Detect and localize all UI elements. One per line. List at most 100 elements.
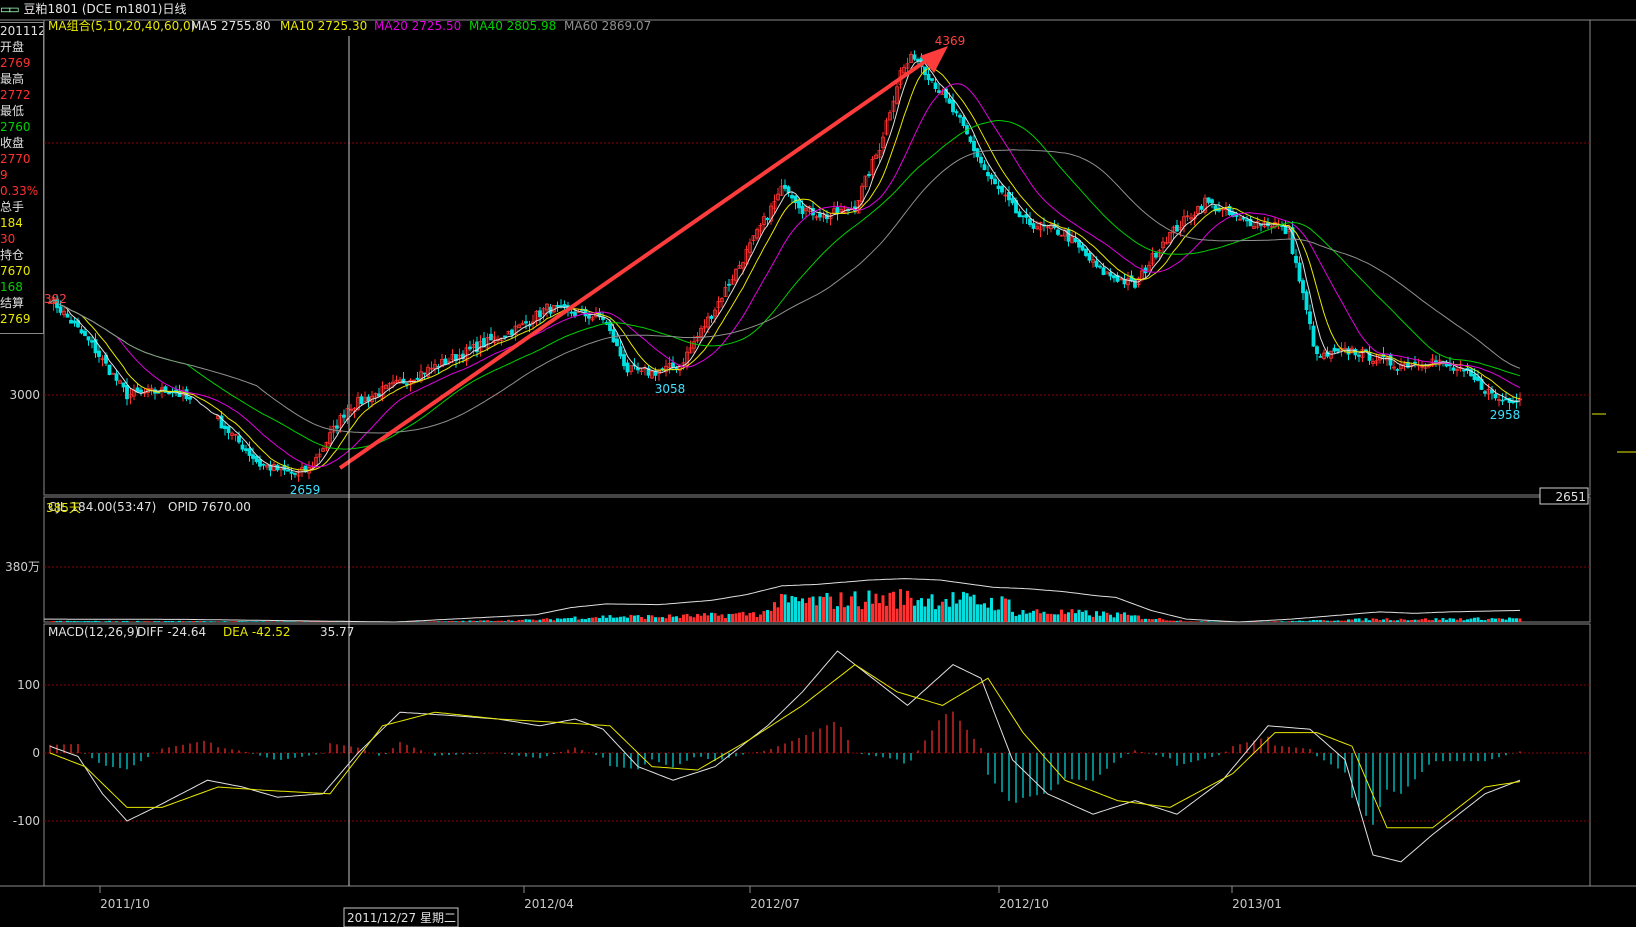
volume-bar — [104, 621, 108, 622]
candle — [342, 414, 346, 418]
volume-bar — [717, 615, 720, 622]
candle — [83, 330, 87, 336]
volume-bar — [1466, 619, 1469, 622]
volume-bar — [1483, 620, 1487, 622]
volume-bar — [94, 620, 97, 622]
chart-canvas[interactable]: 3000 380万 100 0 -100 MA组合(5,10,20,40,60,0)MA5… — [0, 0, 1636, 927]
volume-bar — [815, 605, 818, 622]
candle — [167, 392, 171, 395]
volume-bar — [1504, 619, 1508, 622]
volume-bar — [517, 619, 521, 622]
volume-bar — [507, 619, 510, 622]
volume-bar — [843, 607, 846, 622]
volume-bar — [1347, 619, 1350, 622]
candle — [1021, 215, 1025, 218]
volume-bar — [1084, 610, 1088, 622]
volume-bar — [1515, 618, 1518, 622]
volume-bar — [458, 621, 461, 622]
volume-bar — [892, 591, 895, 622]
volume-bar — [1431, 620, 1434, 622]
volume-bar — [1424, 618, 1427, 622]
price-axis-tick-label: 3000 — [9, 388, 40, 402]
candle — [947, 98, 952, 104]
volume-bar — [447, 621, 451, 622]
candle — [335, 425, 339, 429]
volume-bar — [629, 614, 633, 622]
candle — [555, 305, 560, 307]
volume-bar — [990, 597, 993, 622]
trend-arrow-line — [338, 56, 932, 470]
volume-bar — [790, 595, 794, 622]
volume-bar — [1308, 620, 1312, 622]
volume-bar — [591, 617, 594, 622]
volume-bar — [755, 616, 759, 622]
volume-bar — [636, 615, 640, 622]
volume-bar — [997, 609, 1000, 622]
volume-bar — [752, 612, 755, 622]
ma-legend-item: MA20 2725.50 — [374, 19, 461, 33]
volume-bar — [626, 617, 629, 622]
volume-bar — [759, 614, 762, 622]
candle — [254, 455, 259, 462]
candle — [468, 346, 472, 350]
candle — [1094, 260, 1099, 267]
macd-diff-line — [49, 650, 1521, 863]
volume-bar — [920, 598, 923, 622]
volume-bar — [1158, 618, 1161, 622]
candle — [1308, 311, 1312, 325]
volume-bar — [587, 618, 591, 622]
volume-bar — [521, 619, 524, 622]
volume-bar — [1277, 621, 1280, 622]
volume-bar — [797, 601, 801, 622]
volume-bar — [437, 621, 440, 622]
macd-legend-item: DEA -42.52 — [223, 625, 291, 639]
volume-bar — [486, 620, 489, 622]
candle — [709, 315, 714, 319]
volume-bar — [965, 593, 969, 622]
volume-bar — [1172, 620, 1175, 622]
volume-bar — [615, 617, 619, 622]
volume-bar — [902, 604, 906, 622]
candle — [562, 304, 567, 308]
candle — [443, 358, 448, 365]
candle — [1462, 369, 1466, 372]
volume-bar — [1322, 620, 1326, 622]
volume-bar — [1060, 609, 1063, 622]
left-price-label: 392 — [44, 292, 67, 306]
candle — [1315, 346, 1319, 354]
macd-legend-item: MACD(12,26,9) — [48, 625, 139, 639]
volume-bar — [689, 616, 692, 622]
candle — [401, 378, 406, 384]
volume-bar — [1035, 609, 1039, 622]
volume-bar — [1039, 613, 1042, 622]
volume-bar — [1518, 618, 1522, 622]
volume-bar — [297, 621, 300, 622]
volume-bar — [605, 617, 608, 622]
candle — [90, 340, 94, 343]
volume-bar — [1476, 617, 1480, 622]
low-price-label: 2958 — [1490, 408, 1521, 422]
volume-bar — [111, 621, 115, 622]
volume-bar — [640, 617, 643, 622]
volume-bar — [622, 616, 626, 622]
volume-bar — [1081, 611, 1084, 622]
volume-bar — [1179, 620, 1182, 622]
volume-bar — [748, 612, 752, 622]
volume-bar — [500, 620, 503, 622]
candle — [503, 335, 507, 338]
volume-bar — [1074, 613, 1077, 622]
volume-bar — [80, 621, 83, 622]
candle — [1301, 280, 1305, 294]
candle — [289, 471, 294, 474]
right-price-label: 2651 — [1555, 490, 1586, 504]
volume-bar — [895, 608, 899, 622]
candle — [622, 354, 626, 367]
volume-bar — [804, 602, 808, 622]
volume-bar — [818, 596, 822, 622]
volume-bar — [1042, 611, 1046, 622]
candle — [930, 78, 934, 81]
volume-bar — [1319, 619, 1322, 622]
volume-bar — [1427, 619, 1431, 622]
volume-bar — [195, 621, 199, 622]
volume-bar — [993, 610, 997, 622]
